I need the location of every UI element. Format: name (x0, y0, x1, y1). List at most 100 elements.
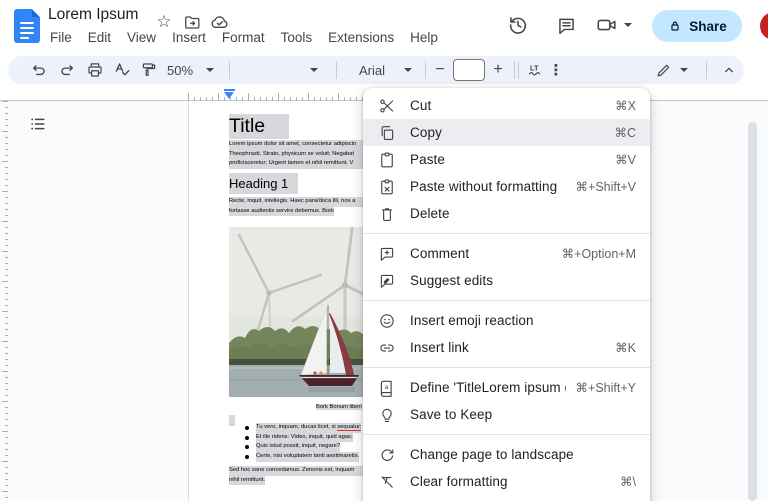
context-item-label: Clear formatting (410, 474, 610, 489)
account-avatar[interactable] (760, 12, 768, 40)
editing-mode-caret[interactable] (676, 56, 692, 84)
list-item: Tu vero, inquam, ducas licet, si sequatu… (245, 423, 361, 433)
more-toolbar-options-button[interactable]: ⋮ (546, 56, 566, 84)
menu-extensions[interactable]: Extensions (320, 28, 402, 47)
context-item-label: Cut (410, 98, 605, 113)
decrease-font-size-button[interactable]: − (430, 56, 450, 84)
menu-file[interactable]: File (42, 28, 80, 47)
context-item-suggest-edits[interactable]: Suggest edits (363, 267, 650, 294)
menu-tools[interactable]: Tools (273, 28, 321, 47)
context-item-label: Paste without formatting (410, 179, 566, 194)
list-item: Quis istud possit, inquit, negare? (245, 442, 361, 452)
meet-video-icon[interactable] (594, 11, 634, 39)
context-item-save-to-keep[interactable]: Save to Keep (363, 401, 650, 428)
print-button[interactable] (82, 56, 108, 84)
divider (514, 61, 515, 79)
font-size-input[interactable] (453, 59, 485, 81)
menu-insert[interactable]: Insert (164, 28, 214, 47)
doc-heading-title: Title (229, 114, 289, 139)
font-name: Arial (359, 63, 385, 78)
context-item-shortcut: ⌘+Shift+Y (576, 380, 636, 395)
context-item-change-page-to-landscape[interactable]: Change page to landscape (363, 441, 650, 468)
context-item-clear-formatting[interactable]: Clear formatting ⌘\ (363, 468, 650, 495)
context-item-paste[interactable]: Paste ⌘V (363, 146, 650, 173)
context-item-copy[interactable]: Copy ⌘C (363, 119, 650, 146)
context-item-paste-without-formatting[interactable]: Paste without formatting ⌘+Shift+V (363, 173, 650, 200)
document-title[interactable]: Lorem Ipsum (48, 6, 138, 24)
comments-icon[interactable] (552, 11, 580, 39)
menu-separator (363, 300, 650, 301)
context-item-label: Insert link (410, 340, 605, 355)
emoji-icon (378, 312, 396, 330)
google-docs-logo[interactable] (14, 9, 40, 43)
delete-icon (378, 205, 396, 223)
context-item-define[interactable]: a Define 'TitleLorem ipsum do...' ⌘+Shif… (363, 374, 650, 401)
indent-marker[interactable] (224, 89, 235, 99)
menu-format[interactable]: Format (214, 28, 273, 47)
selected-empty-line (229, 415, 235, 426)
languagetool-icon[interactable]: LT (522, 56, 548, 84)
paste-without-formatting-icon (378, 178, 396, 196)
context-item-label: Insert emoji reaction (410, 313, 626, 328)
paste-icon (378, 151, 396, 169)
context-item-shortcut: ⌘V (615, 152, 636, 167)
zoom-caret[interactable] (202, 56, 218, 84)
context-item-label: Comment (410, 246, 552, 261)
show-outline-icon[interactable] (26, 112, 50, 136)
divider (425, 61, 426, 79)
define-icon: a (378, 379, 396, 397)
suggest-edits-icon (378, 272, 396, 290)
font-select[interactable]: Arial (348, 56, 396, 84)
menu-separator (363, 434, 650, 435)
link-icon (378, 339, 396, 357)
context-item-insert-emoji-reaction[interactable]: Insert emoji reaction (363, 307, 650, 334)
context-item-label: Change page to landscape (410, 447, 626, 462)
styles-caret[interactable] (306, 56, 322, 84)
zoom-select[interactable]: 50% (160, 56, 200, 84)
spell-check-button[interactable] (109, 56, 135, 84)
context-item-cut[interactable]: Cut ⌘X (363, 92, 650, 119)
document-image-windturbines-sailboat[interactable] (229, 227, 379, 397)
styles-select[interactable] (240, 56, 306, 84)
vertical-scrollbar[interactable] (748, 122, 757, 501)
menu-separator (363, 233, 650, 234)
list-item: Certe, nisi voluptatem tanti aestimareti… (245, 452, 361, 462)
context-item-label: Copy (410, 125, 604, 140)
hide-menus-button[interactable] (716, 56, 742, 84)
context-item-shortcut: ⌘+Option+M (562, 246, 636, 261)
context-item-label: Delete (410, 206, 626, 221)
context-item-shortcut: ⌘\ (620, 474, 636, 489)
image-caption: Bork Bonum liberi (316, 403, 362, 412)
editing-mode-pencil-button[interactable] (650, 56, 676, 84)
context-item-shortcut: ⌘+Shift+V (576, 179, 636, 194)
menu-view[interactable]: View (119, 28, 164, 47)
paint-format-button[interactable] (136, 56, 162, 84)
menu-separator (363, 367, 650, 368)
context-item-label: Define 'TitleLorem ipsum do...' (410, 380, 566, 395)
paragraph-line: Theophrasti, Strato, physicum se voluit;… (229, 150, 371, 160)
divider (336, 61, 337, 79)
context-item-comment[interactable]: Comment ⌘+Option+M (363, 240, 650, 267)
rotate-page-icon (378, 446, 396, 464)
google-docs-app: Lorem Ipsum ☆ File Edit View Insert Form… (0, 0, 768, 501)
cut-icon (378, 97, 396, 115)
svg-text:a: a (385, 384, 389, 391)
paragraph-line: proficisceretur; Urgent tamen et nihil r… (229, 159, 371, 169)
divider (518, 61, 519, 79)
undo-button[interactable] (26, 56, 52, 84)
menu-help[interactable]: Help (402, 28, 446, 47)
version-history-icon[interactable] (504, 11, 532, 39)
context-item-label: Suggest edits (410, 273, 626, 288)
menu-edit[interactable]: Edit (80, 28, 119, 47)
font-caret[interactable] (400, 56, 416, 84)
paragraph-line: Lorem ipsum dolor sit amet, consectetur … (229, 140, 371, 150)
context-item-insert-link[interactable]: Insert link ⌘K (363, 334, 650, 361)
doc-heading-1: Heading 1 (229, 173, 298, 194)
share-button[interactable]: Share (652, 10, 742, 42)
misspelled-word: sequatur: (337, 424, 361, 431)
increase-font-size-button[interactable]: + (488, 56, 508, 84)
redo-button[interactable] (54, 56, 80, 84)
context-item-delete[interactable]: Delete (363, 200, 650, 227)
list-item: Et ille ridens: Video, inquit, quid agas… (245, 433, 361, 443)
bullet-list: Tu vero, inquam, ducas licet, si sequatu… (245, 423, 361, 462)
